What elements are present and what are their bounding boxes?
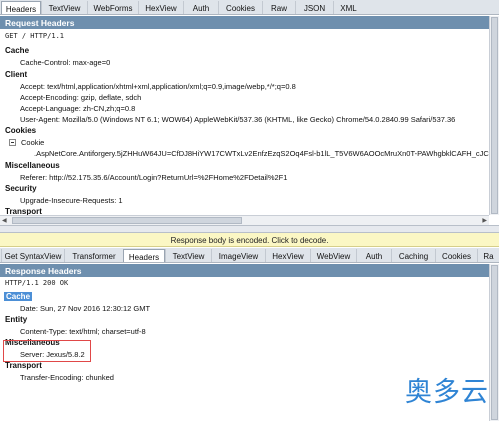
request-cookie-antiforgery[interactable]: .AspNetCore.Antiforgery.5jZHHuW64JU=CfDJ… (34, 149, 499, 158)
response-tab-webview[interactable]: WebView (310, 249, 356, 262)
request-header-referer[interactable]: Referer: http://52.175.35.6/Account/Logi… (20, 173, 287, 182)
request-tab-textview[interactable]: TextView (41, 1, 87, 14)
scroll-left-arrow-icon[interactable]: ◀ (2, 217, 7, 224)
response-vertical-scrollbar[interactable] (489, 264, 499, 421)
response-tab-bar: Get SyntaxView Transformer Headers TextV… (0, 248, 499, 263)
scroll-thumb[interactable] (491, 17, 498, 214)
request-vertical-scrollbar[interactable] (489, 16, 499, 215)
request-status-line: GET / HTTP/1.1 (5, 32, 65, 40)
request-header-accept-language[interactable]: Accept-Language: zh-CN,zh;q=0.8 (20, 104, 135, 113)
response-tab-caching[interactable]: Caching (391, 249, 435, 262)
decode-notice-bar[interactable]: Response body is encoded. Click to decod… (0, 233, 499, 247)
response-group-entity[interactable]: Entity (5, 315, 27, 324)
request-tab-auth[interactable]: Auth (183, 1, 218, 14)
request-group-cache[interactable]: Cache (5, 46, 29, 55)
request-header-upgrade-insecure[interactable]: Upgrade-Insecure-Requests: 1 (20, 196, 123, 205)
response-status-line: HTTP/1.1 200 OK (5, 279, 69, 287)
response-tab-imageview[interactable]: ImageView (211, 249, 265, 262)
response-tab-textview[interactable]: TextView (165, 249, 211, 262)
request-headers-title: Request Headers (0, 16, 499, 29)
response-tab-hexview[interactable]: HexView (265, 249, 310, 262)
request-tab-headers[interactable]: Headers (1, 1, 41, 14)
response-header-date[interactable]: Date: Sun, 27 Nov 2016 12:30:12 GMT (20, 304, 150, 313)
response-headers-title: Response Headers (0, 264, 499, 277)
response-tab-syntaxview[interactable]: Get SyntaxView (1, 249, 64, 262)
scroll-right-arrow-icon[interactable]: ▶ (482, 217, 487, 224)
request-tab-raw[interactable]: Raw (262, 1, 295, 14)
highlight-box (3, 340, 91, 362)
request-cookie-subgroup[interactable]: Cookie (21, 138, 44, 147)
watermark-logo: 奥多云 (405, 377, 489, 408)
response-tab-cookies[interactable]: Cookies (435, 249, 477, 262)
request-header-cache-control[interactable]: Cache-Control: max-age=0 (20, 58, 110, 67)
request-group-security[interactable]: Security (5, 184, 37, 193)
response-tab-raw[interactable]: Ra (477, 249, 499, 262)
response-group-transport[interactable]: Transport (5, 361, 42, 370)
request-tab-bar: Headers TextView WebForms HexView Auth C… (0, 0, 499, 15)
request-tab-json[interactable]: JSON (295, 1, 333, 14)
request-header-user-agent[interactable]: User-Agent: Mozilla/5.0 (Windows NT 6.1;… (20, 115, 455, 124)
response-tab-auth[interactable]: Auth (356, 249, 391, 262)
response-group-cache[interactable]: Cache (4, 292, 33, 301)
request-header-accept-encoding[interactable]: Accept-Encoding: gzip, deflate, sdch (20, 93, 141, 102)
request-group-client[interactable]: Client (5, 70, 27, 79)
request-header-accept[interactable]: Accept: text/html,application/xhtml+xml,… (20, 82, 296, 91)
collapse-toggle-icon[interactable] (9, 139, 16, 146)
request-tab-webforms[interactable]: WebForms (87, 1, 138, 14)
response-header-transfer-encoding[interactable]: Transfer-Encoding: chunked (20, 373, 114, 382)
response-header-content-type[interactable]: Content-Type: text/html; charset=utf-8 (20, 327, 146, 336)
scroll-thumb[interactable] (491, 265, 498, 420)
request-horizontal-scrollbar[interactable]: ◀ ▶ (0, 215, 489, 225)
request-tab-xml[interactable]: XML (333, 1, 363, 14)
request-group-cookies[interactable]: Cookies (5, 126, 36, 135)
request-tab-hexview[interactable]: HexView (138, 1, 183, 14)
request-tab-cookies[interactable]: Cookies (218, 1, 262, 14)
request-group-miscellaneous[interactable]: Miscellaneous (5, 161, 60, 170)
response-tab-transformer[interactable]: Transformer (64, 249, 123, 262)
response-tab-headers[interactable]: Headers (123, 249, 165, 262)
scroll-thumb[interactable] (12, 217, 242, 224)
pane-splitter[interactable] (0, 225, 499, 233)
